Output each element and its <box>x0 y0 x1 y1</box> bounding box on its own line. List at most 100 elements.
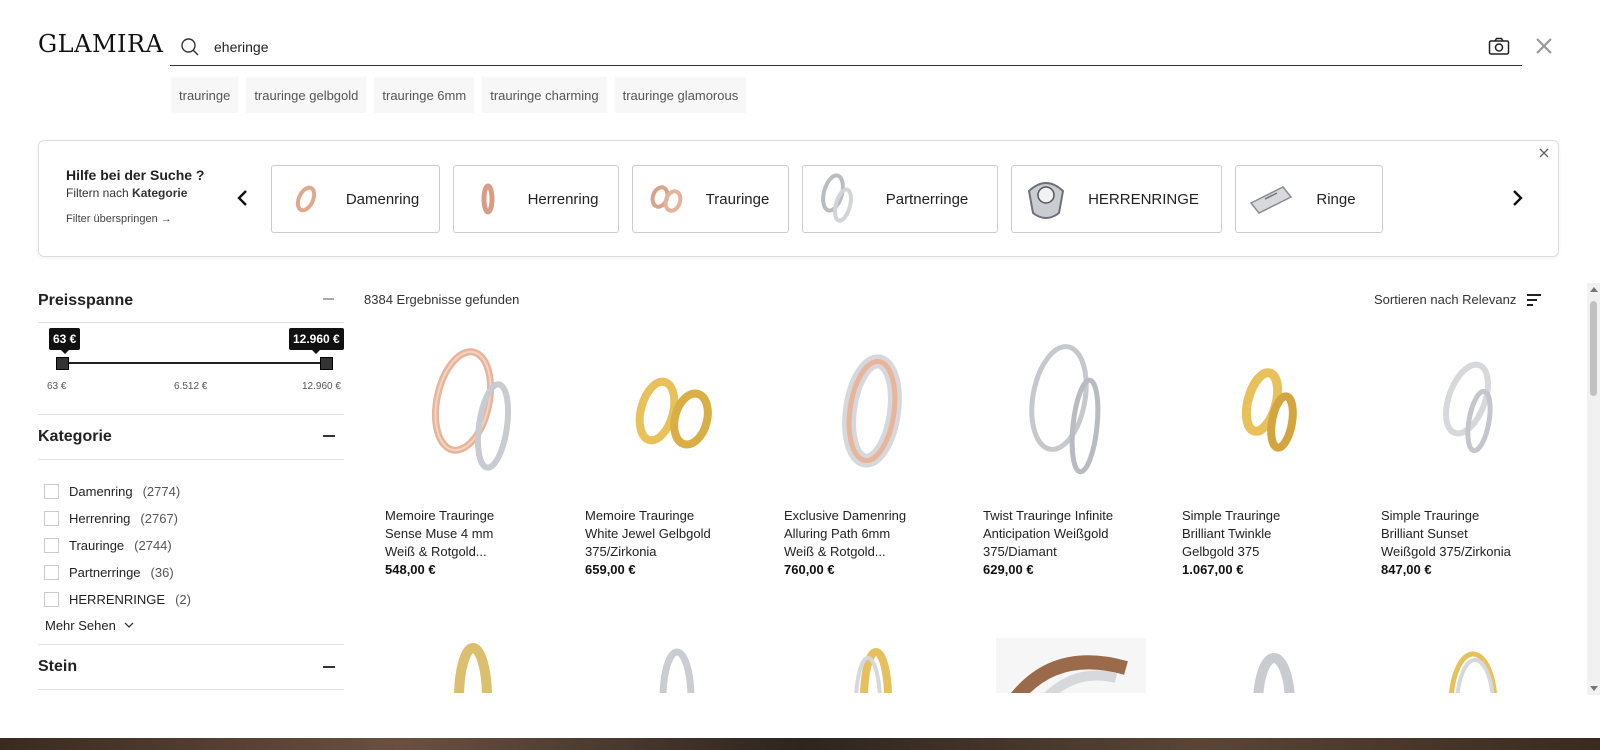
search-bar <box>170 28 1522 66</box>
category-filter-item[interactable]: Damenring (2774) <box>44 478 191 505</box>
product-card[interactable]: Simple Trauringe Brilliant Sunset Weißgo… <box>1381 318 1556 579</box>
chevron-right-icon[interactable] <box>1509 188 1525 208</box>
product-image[interactable] <box>784 318 959 503</box>
divider <box>38 644 344 645</box>
product-name-line: Weiß & Rotgold... <box>784 544 886 559</box>
divider <box>38 322 344 323</box>
checkbox[interactable] <box>44 484 59 499</box>
product-card[interactable]: Memoire Trauringe White Jewel Gelbgold 3… <box>585 318 760 579</box>
search-input[interactable] <box>214 36 1414 58</box>
product-card[interactable]: Twist Trauringe Infinite Anticipation We… <box>983 318 1158 579</box>
category-card-ringe[interactable]: Ringe <box>1235 165 1383 233</box>
product-name-line: Brilliant Twinkle <box>1182 526 1272 541</box>
product-price: 548,00 € <box>385 562 436 577</box>
skip-filter-link[interactable]: Filter überspringen → <box>66 213 172 225</box>
category-card-herrenringe[interactable]: HERRENRINGE <box>1011 165 1222 233</box>
suggestion-chip[interactable]: trauringe <box>171 77 239 113</box>
sort-label: Sortieren nach Relevanz <box>1374 292 1517 307</box>
product-image[interactable] <box>385 318 560 503</box>
product-name-line: Gelbgold 375 <box>1182 544 1260 559</box>
product-image[interactable] <box>983 318 1158 503</box>
results-count: 8384 Ergebnisse gefunden <box>364 292 520 307</box>
suggestion-chip[interactable]: trauringe glamorous <box>614 77 747 113</box>
product-image[interactable] <box>1182 318 1357 503</box>
background-strip <box>0 738 1600 750</box>
category-filter-item[interactable]: HERRENRINGE (2) <box>44 586 191 613</box>
category-card-herrenring[interactable]: Herrenring <box>453 165 619 233</box>
checkbox[interactable] <box>44 592 59 607</box>
product-image[interactable] <box>585 318 760 503</box>
stone-filter-title: Stein <box>38 658 78 675</box>
sort-dropdown[interactable]: Sortieren nach Relevanz <box>1374 292 1542 307</box>
checkbox[interactable] <box>44 565 59 580</box>
product-image-partial[interactable] <box>1182 638 1357 693</box>
chevron-left-icon[interactable] <box>235 188 251 208</box>
ring-thumbnail <box>276 169 336 229</box>
search-suggestions: trauringe trauringe gelbgold trauringe 6… <box>171 77 747 113</box>
category-filter-count: (2744) <box>134 538 172 553</box>
suggestion-chip[interactable]: trauringe gelbgold <box>246 77 367 113</box>
product-name-line: Weißgold 375/Zirkonia <box>1381 544 1511 559</box>
product-name-line: 375/Diamant <box>983 544 1057 559</box>
product-image-partial[interactable] <box>784 638 959 693</box>
help-subtitle-bold: Kategorie <box>132 186 188 200</box>
price-slider-min-handle[interactable] <box>56 357 69 370</box>
glamira-logo[interactable]: GLAMIRA <box>38 30 163 58</box>
price-slider-track[interactable] <box>62 362 326 364</box>
product-image-partial[interactable] <box>585 638 760 693</box>
category-card-label: Ringe <box>1316 190 1356 208</box>
checkbox[interactable] <box>44 538 59 553</box>
price-slider-max-handle[interactable] <box>320 357 333 370</box>
page: GLAMIRA trauringe trauringe gelbgold tra… <box>0 0 1600 738</box>
suggestion-chip[interactable]: trauringe 6mm <box>374 77 475 113</box>
category-filter-item[interactable]: Partnerringe (36) <box>44 559 191 586</box>
product-image-partial[interactable] <box>983 638 1158 693</box>
close-search-icon[interactable] <box>1534 36 1554 56</box>
category-filter-list: Damenring (2774) Herrenring (2767) Traur… <box>44 478 191 613</box>
category-filter-count: (2) <box>175 592 191 607</box>
product-name-line: Exclusive Damenring <box>784 508 907 523</box>
close-help-icon[interactable] <box>1538 147 1550 159</box>
category-filter-label: HERRENRINGE <box>69 592 166 607</box>
product-card[interactable]: Memoire Trauringe Sense Muse 4 mm Weiß &… <box>385 318 560 579</box>
product-image[interactable] <box>1381 318 1556 503</box>
scrollbar-thumb[interactable] <box>1590 301 1597 396</box>
product-card[interactable]: Exclusive Damenring Alluring Path 6mm We… <box>784 318 959 579</box>
scroll-down-arrow[interactable] <box>1590 686 1598 691</box>
collapse-category-icon[interactable] <box>323 435 335 437</box>
collapse-stone-icon[interactable] <box>323 666 335 668</box>
checkbox[interactable] <box>44 511 59 526</box>
product-image-partial[interactable] <box>385 638 560 693</box>
product-name-line: White Jewel Gelbgold <box>585 526 711 541</box>
scroll-up-arrow[interactable] <box>1590 287 1598 292</box>
ring-thumbnail <box>458 169 518 229</box>
category-card-label: HERRENRINGE <box>1088 190 1199 208</box>
help-title: Hilfe bei der Suche ? <box>66 167 205 183</box>
product-price: 847,00 € <box>1381 562 1432 577</box>
collapse-price-icon[interactable] <box>323 298 334 300</box>
help-subtitle-prefix: Filtern nach <box>66 186 129 200</box>
product-name-line: Anticipation Weißgold <box>983 526 1109 541</box>
category-filter-item[interactable]: Herrenring (2767) <box>44 505 191 532</box>
product-card[interactable]: Simple Trauringe Brilliant Twinkle Gelbg… <box>1182 318 1357 579</box>
product-name-line: Sense Muse 4 mm <box>385 526 494 541</box>
product-name-line: Memoire Trauringe <box>385 508 495 523</box>
product-price: 1.067,00 € <box>1182 562 1244 577</box>
category-card-partnerringe[interactable]: Partnerringe <box>802 165 998 233</box>
category-filter-count: (2774) <box>142 484 181 499</box>
product-price: 659,00 € <box>585 562 636 577</box>
price-min-tag: 63 € <box>49 328 81 354</box>
camera-icon[interactable] <box>1488 36 1510 56</box>
price-scale-max: 12.960 € <box>302 381 341 392</box>
page-scrollbar[interactable] <box>1587 283 1600 695</box>
search-icon[interactable] <box>180 37 200 57</box>
product-image-partial[interactable] <box>1381 638 1556 693</box>
divider <box>38 414 344 415</box>
category-card-label: Herrenring <box>527 190 599 208</box>
category-filter-item[interactable]: Trauringe (2744) <box>44 532 191 559</box>
show-more-button[interactable]: Mehr Sehen <box>45 618 134 633</box>
suggestion-chip[interactable]: trauringe charming <box>482 77 607 113</box>
category-card-damenring[interactable]: Damenring <box>271 165 440 233</box>
price-filter-title: Preisspanne <box>38 292 134 309</box>
category-card-trauringe[interactable]: Trauringe <box>632 165 789 233</box>
